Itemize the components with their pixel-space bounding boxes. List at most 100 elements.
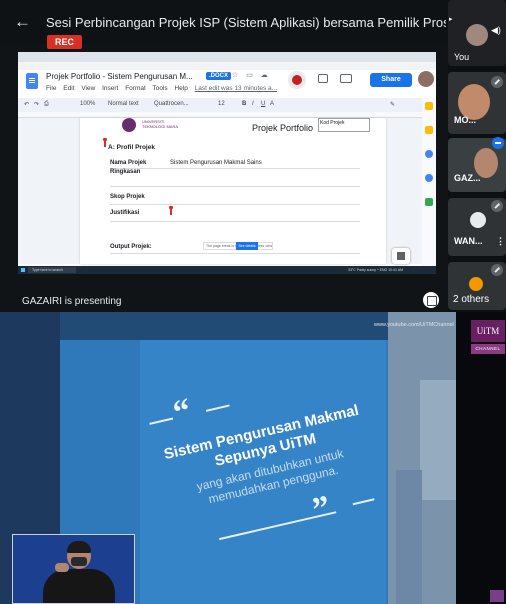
- menu-insert[interactable]: Insert: [102, 85, 118, 92]
- present-icon[interactable]: [340, 74, 352, 83]
- channel-label: CHANNEL: [471, 344, 505, 354]
- undo-icon[interactable]: ↶: [24, 101, 29, 108]
- style-select[interactable]: Normal text: [108, 101, 139, 107]
- taskbar-search[interactable]: Type here to search: [28, 267, 76, 273]
- mic-off-icon: [491, 200, 503, 212]
- field-divider: [110, 204, 360, 205]
- field-divider: [110, 221, 360, 222]
- field-label-ringkasan: Ringkasan: [110, 169, 141, 175]
- page-title: Projek Portfolio: [252, 123, 314, 133]
- project-code-label: Kod Projek: [320, 120, 345, 126]
- others-label: 2 others: [453, 294, 490, 305]
- field-divider: [110, 168, 360, 169]
- channel-url: www.youtube.com/UiTMChannel: [374, 322, 454, 328]
- docs-menu-bar: File Edit View Insert Format Tools Help …: [46, 85, 282, 92]
- university-name: UNIVERSITI TEKNOLOGI MARA: [142, 119, 179, 129]
- field-divider: [110, 253, 360, 254]
- uitm-logo: UiTM: [471, 320, 505, 342]
- meeting-title: Sesi Perbincangan Projek ISP (Sistem Apl…: [46, 15, 446, 30]
- screen: ← Sesi Perbincangan Projek ISP (Sistem A…: [0, 0, 506, 604]
- menu-view[interactable]: View: [81, 85, 95, 92]
- field-value-nama-projek[interactable]: Sistem Pengurusan Makmal Sains: [170, 160, 262, 166]
- zoom-select[interactable]: 100%: [80, 101, 95, 107]
- back-arrow-icon[interactable]: ←: [14, 13, 31, 30]
- more-options-icon[interactable]: ⋮: [496, 236, 505, 247]
- menu-format[interactable]: Format: [125, 85, 146, 92]
- menu-edit[interactable]: Edit: [63, 85, 74, 92]
- text-color-button[interactable]: A: [270, 101, 274, 107]
- font-size-field[interactable]: 12: [218, 101, 225, 107]
- corner-logo-icon: [490, 590, 504, 602]
- menu-help[interactable]: Help: [174, 85, 187, 92]
- collaborator-avatar[interactable]: [288, 71, 306, 89]
- browser-address-bar: [18, 62, 436, 70]
- comment-icon[interactable]: [318, 74, 328, 83]
- last-edit-link[interactable]: Last edit was 13 minutes a...: [195, 85, 277, 92]
- field-label-justifikasi: Justifikasi: [110, 210, 140, 216]
- pin-arrow-icon: ▸: [449, 16, 453, 23]
- participant-name: WAN...: [454, 236, 483, 246]
- contacts-icon[interactable]: [425, 174, 433, 182]
- uitm-crest-icon: [122, 118, 136, 132]
- text-cursor-icon: [169, 206, 173, 215]
- menu-file[interactable]: File: [46, 85, 56, 92]
- field-divider: [110, 186, 360, 187]
- menu-tools[interactable]: Tools: [152, 85, 167, 92]
- participant-name: GAZ...: [454, 173, 481, 183]
- calendar-icon[interactable]: [425, 150, 433, 158]
- keep-icon[interactable]: [425, 102, 433, 110]
- star-folder-cloud-icons[interactable]: ☆ ▭ ☁: [232, 71, 271, 79]
- browser-tab-strip: [18, 52, 436, 62]
- explore-button[interactable]: [392, 248, 410, 264]
- side-panel: [422, 98, 436, 268]
- interpreter-hand: [55, 563, 69, 572]
- maps-icon[interactable]: [425, 198, 433, 206]
- windows-taskbar: Type here to search 33°C Partly sunny ^ …: [18, 266, 436, 274]
- mic-off-icon: [491, 264, 503, 276]
- system-tray: 33°C Partly sunny ^ ENG 10:41 AM: [348, 268, 403, 272]
- docs-toolbar: ↶ ↷ ⎙ 100% Normal text Quattrocen... 12 …: [18, 98, 436, 112]
- field-label-nama-projek: Nama Projek: [110, 160, 147, 166]
- docs-header: Projek Portfolio - Sistem Pengurusan M..…: [18, 70, 436, 98]
- recording-badge: REC: [47, 35, 82, 49]
- fullscreen-icon[interactable]: [423, 292, 439, 308]
- participant-avatar: [470, 212, 486, 228]
- section-title: A: Profil Projek: [108, 144, 155, 151]
- speaking-icon: [492, 137, 504, 149]
- docx-badge: .DOCX: [206, 72, 232, 80]
- quote-rule: [149, 417, 174, 425]
- docs-logo-icon[interactable]: [26, 73, 38, 89]
- interpreter-body: [43, 569, 115, 603]
- tooltip-details-button[interactable]: See details: [236, 242, 258, 250]
- presenting-label: GAZAIRI is presenting: [22, 296, 122, 307]
- tasks-icon[interactable]: [425, 126, 433, 134]
- underline-button[interactable]: U: [261, 101, 265, 107]
- field-label-skop-projek: Skop Projek: [110, 194, 145, 200]
- windows-start-icon[interactable]: [21, 268, 25, 272]
- italic-button[interactable]: I: [252, 101, 254, 107]
- video-right-band: [456, 312, 506, 604]
- print-icon[interactable]: ⎙: [44, 101, 49, 108]
- font-select[interactable]: Quattrocen...: [154, 101, 189, 107]
- account-avatar[interactable]: [418, 71, 434, 87]
- quote-rule: [205, 404, 230, 412]
- field-label-output-projek: Output Projek:: [110, 244, 152, 250]
- share-button[interactable]: Share: [370, 73, 412, 87]
- sign-language-interpreter: [12, 534, 135, 604]
- shared-screen: Projek Portfolio - Sistem Pengurusan M..…: [18, 52, 436, 274]
- quote-rule: [352, 498, 375, 505]
- interpreter-hair: [67, 541, 91, 553]
- volume-icon: ◀): [491, 25, 501, 35]
- self-label: You: [454, 52, 470, 62]
- redo-icon[interactable]: ↷: [34, 101, 39, 108]
- collaborator-cursor-icon: [103, 138, 107, 147]
- bold-button[interactable]: B: [242, 101, 246, 107]
- edit-mode-icon[interactable]: ✎: [390, 101, 395, 108]
- document-title[interactable]: Projek Portfolio - Sistem Pengurusan M..…: [46, 72, 193, 81]
- self-avatar: [466, 24, 488, 46]
- video-building: [420, 380, 458, 500]
- interpreter-mask: [71, 557, 87, 566]
- participant-name: MO...: [454, 115, 476, 125]
- video-building: [396, 470, 422, 604]
- open-quote-icon: “: [169, 391, 195, 432]
